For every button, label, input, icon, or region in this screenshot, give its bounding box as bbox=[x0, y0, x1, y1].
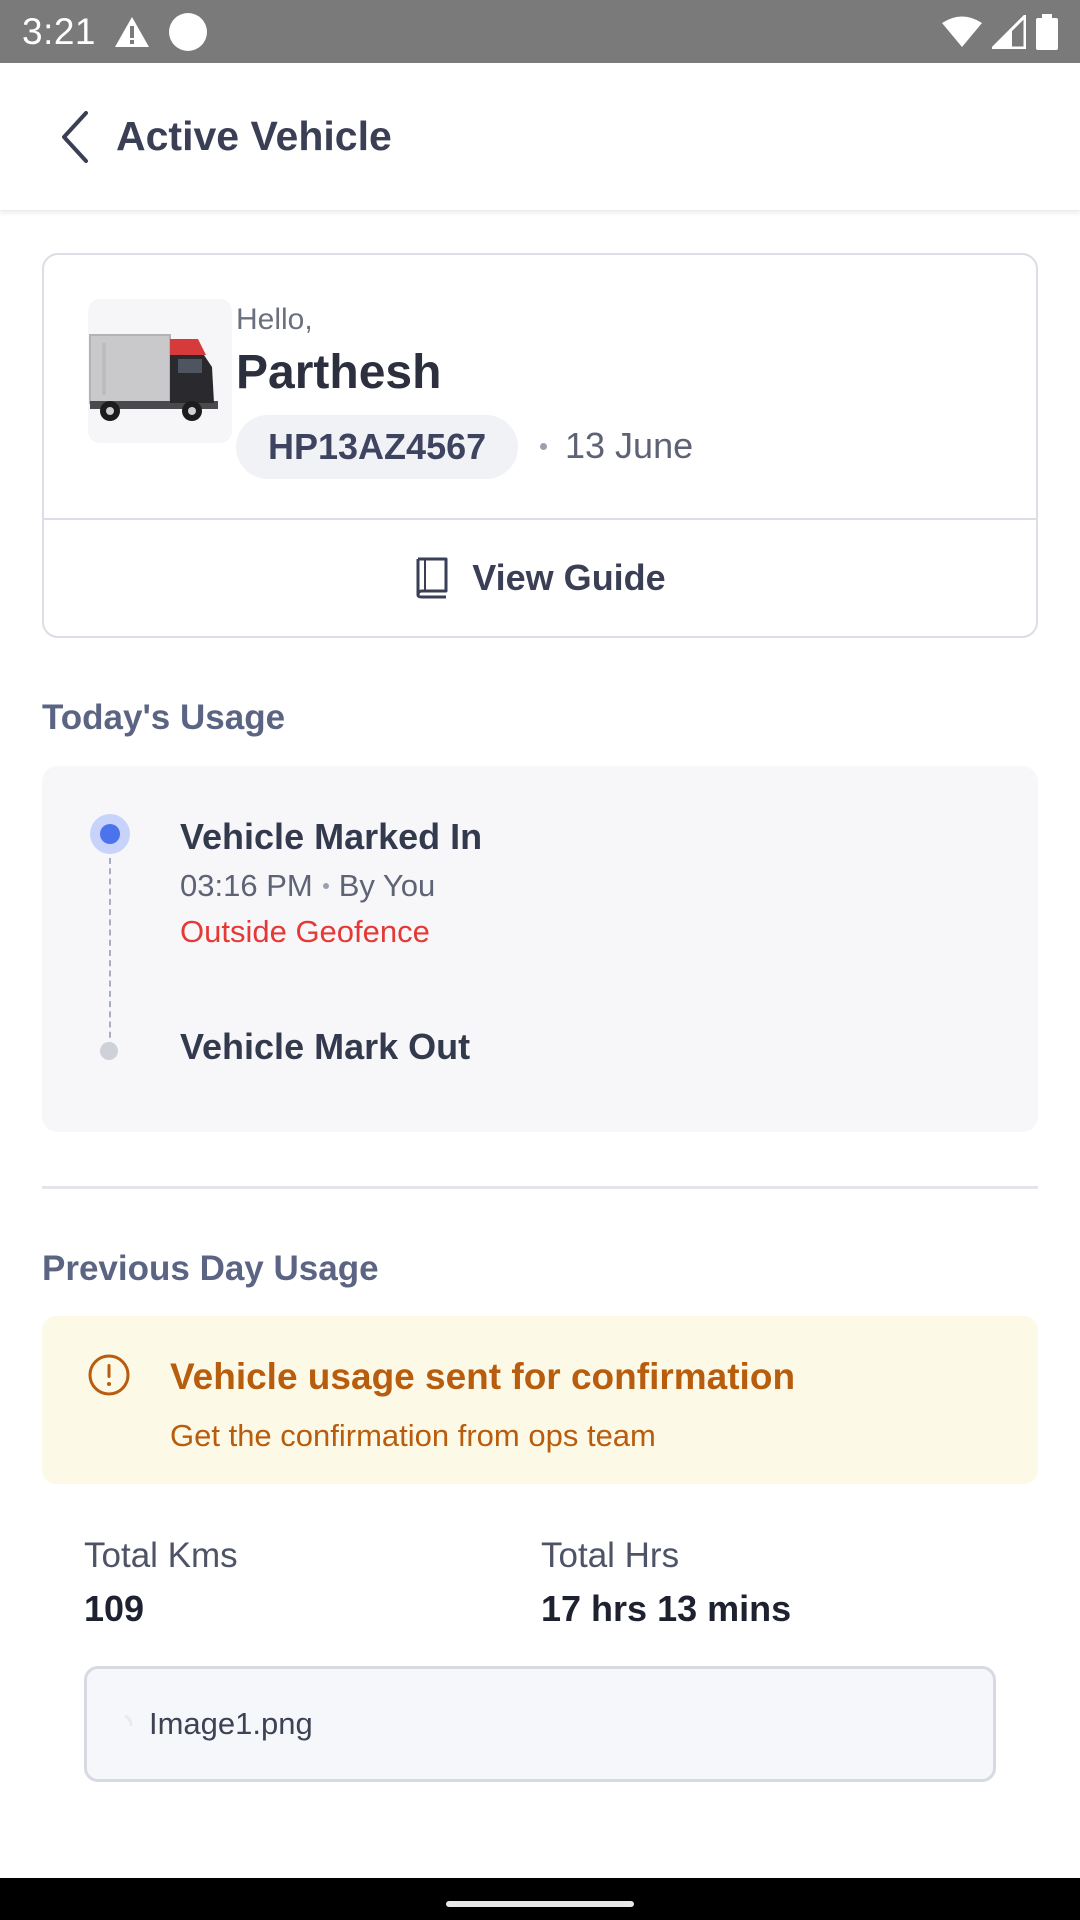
confirmation-subtitle: Get the confirmation from ops team bbox=[170, 1418, 656, 1453]
previous-day-usage-title: Previous Day Usage bbox=[42, 1249, 379, 1288]
event-by: By You bbox=[338, 868, 436, 903]
wifi-icon bbox=[942, 16, 982, 47]
warning-icon bbox=[115, 16, 150, 47]
total-kms-value: 109 bbox=[84, 1588, 145, 1629]
system-nav-bar bbox=[0, 1878, 1080, 1920]
status-left: 3:21 bbox=[22, 11, 208, 53]
timeline-active-dot bbox=[90, 814, 130, 854]
attachment-filename: Image1.png bbox=[149, 1706, 313, 1741]
total-hrs-label: Total Hrs bbox=[541, 1536, 680, 1575]
vehicle-card-header: Hello, Parthesh HP13AZ4567 13 June bbox=[44, 255, 1036, 520]
circle-icon bbox=[169, 12, 208, 51]
back-button[interactable] bbox=[40, 102, 110, 172]
confirmation-banner: Vehicle usage sent for confirmation Get … bbox=[42, 1316, 1038, 1484]
total-hrs-value: 17 hrs 13 mins bbox=[541, 1588, 792, 1629]
event-marked-in-title: Vehicle Marked In bbox=[180, 816, 483, 857]
total-kms-label: Total Kms bbox=[84, 1536, 238, 1575]
status-bar: 3:21 bbox=[0, 0, 1080, 63]
timeline-active-dot-inner bbox=[100, 824, 120, 844]
separator-dot bbox=[540, 442, 547, 450]
section-divider bbox=[42, 1186, 1038, 1189]
todays-usage-title: Today's Usage bbox=[42, 698, 286, 737]
user-name: Parthesh bbox=[236, 346, 442, 399]
separator-dot bbox=[322, 883, 329, 889]
truck-image bbox=[88, 299, 232, 443]
page-title: Active Vehicle bbox=[116, 113, 392, 159]
geofence-alert: Outside Geofence bbox=[180, 914, 430, 949]
app-bar: Active Vehicle bbox=[0, 63, 1080, 211]
signal-icon bbox=[992, 14, 1026, 49]
greeting-text: Hello, bbox=[236, 303, 313, 336]
attachment-item[interactable]: Image1.png bbox=[84, 1666, 996, 1782]
home-gesture-handle[interactable] bbox=[446, 1901, 634, 1907]
date-row: 13 June bbox=[540, 425, 693, 467]
todays-usage-timeline: Vehicle Marked In 03:16 PM By You Outsid… bbox=[42, 766, 1038, 1132]
battery-icon bbox=[1036, 13, 1058, 50]
info-alert-icon bbox=[88, 1354, 130, 1396]
vehicle-card: Hello, Parthesh HP13AZ4567 13 June View … bbox=[42, 253, 1038, 638]
confirmation-title: Vehicle usage sent for confirmation bbox=[170, 1356, 796, 1397]
book-icon bbox=[416, 557, 448, 599]
file-thumbnail-icon bbox=[124, 1714, 133, 1727]
timeline-connector bbox=[109, 858, 111, 1048]
event-marked-in-meta: 03:16 PM By You bbox=[180, 868, 435, 904]
event-time: 03:16 PM bbox=[180, 868, 313, 903]
event-mark-out-title: Vehicle Mark Out bbox=[180, 1026, 471, 1067]
status-time: 3:21 bbox=[22, 10, 97, 52]
view-guide-label: View Guide bbox=[472, 557, 666, 598]
status-right bbox=[942, 13, 1058, 50]
timeline-pending-dot bbox=[100, 1042, 118, 1060]
view-guide-button[interactable]: View Guide bbox=[44, 520, 1036, 636]
chevron-left-icon bbox=[62, 110, 88, 163]
vehicle-plate-badge: HP13AZ4567 bbox=[236, 415, 519, 479]
vehicle-date: 13 June bbox=[565, 425, 694, 466]
